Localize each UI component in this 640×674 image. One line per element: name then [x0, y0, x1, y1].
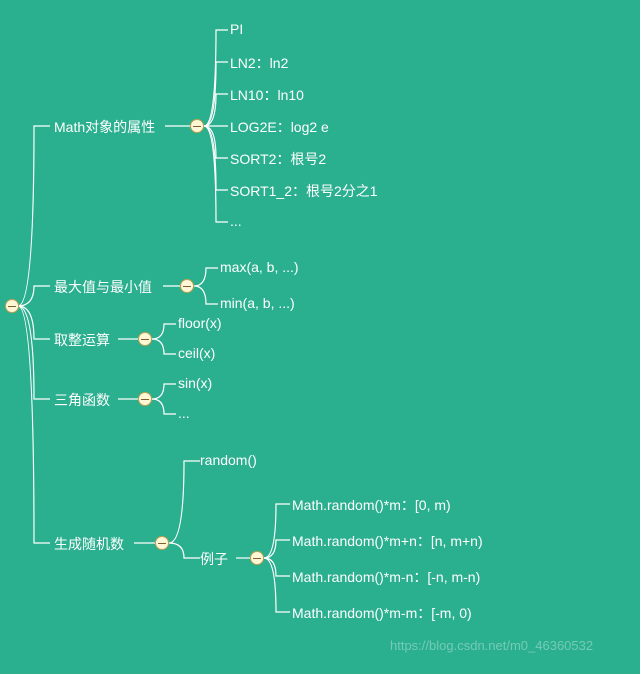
leaf-ceil: ceil(x)	[178, 345, 215, 361]
leaf-floor: floor(x)	[178, 315, 222, 331]
branch-examples-label: 例子	[200, 549, 228, 569]
leaf-math-props-more: ...	[230, 213, 242, 229]
leaf-log2e: LOG2E：log2 e	[230, 117, 329, 137]
watermark-text: https://blog.csdn.net/m0_46360532	[390, 638, 593, 653]
leaf-ln2: LN2：ln2	[230, 53, 288, 73]
leaf-trig-more: ...	[178, 405, 190, 421]
branch-random-label: 生成随机数	[54, 534, 124, 554]
leaf-ex2: Math.random()*m+n：[n, m+n)	[292, 531, 483, 551]
branch-maxmin-label: 最大值与最小值	[54, 277, 152, 297]
branch-trig-label: 三角函数	[54, 390, 110, 410]
leaf-pi: PI	[230, 21, 243, 37]
branch-math-props-toggle[interactable]	[190, 119, 204, 133]
leaf-random-fn: random()	[200, 452, 257, 468]
branch-random-toggle[interactable]	[155, 536, 169, 550]
leaf-ex1: Math.random()*m：[0, m)	[292, 495, 451, 515]
branch-maxmin-toggle[interactable]	[180, 279, 194, 293]
leaf-min: min(a, b, ...)	[220, 295, 295, 311]
leaf-sort1-2: SORT1_2：根号2分之1	[230, 181, 378, 201]
branch-trig-toggle[interactable]	[138, 392, 152, 406]
root-toggle[interactable]	[5, 299, 19, 313]
leaf-sort2: SORT2：根号2	[230, 149, 326, 169]
branch-math-props-label: Math对象的属性	[54, 117, 155, 137]
leaf-sin: sin(x)	[178, 375, 212, 391]
branch-examples-toggle[interactable]	[250, 551, 264, 565]
leaf-ex3: Math.random()*m-n：[-n, m-n)	[292, 567, 480, 587]
leaf-ln10: LN10：ln10	[230, 85, 304, 105]
branch-rounding-label: 取整运算	[54, 330, 110, 350]
leaf-max: max(a, b, ...)	[220, 259, 299, 275]
leaf-ex4: Math.random()*m-m：[-m, 0)	[292, 603, 472, 623]
branch-rounding-toggle[interactable]	[138, 332, 152, 346]
